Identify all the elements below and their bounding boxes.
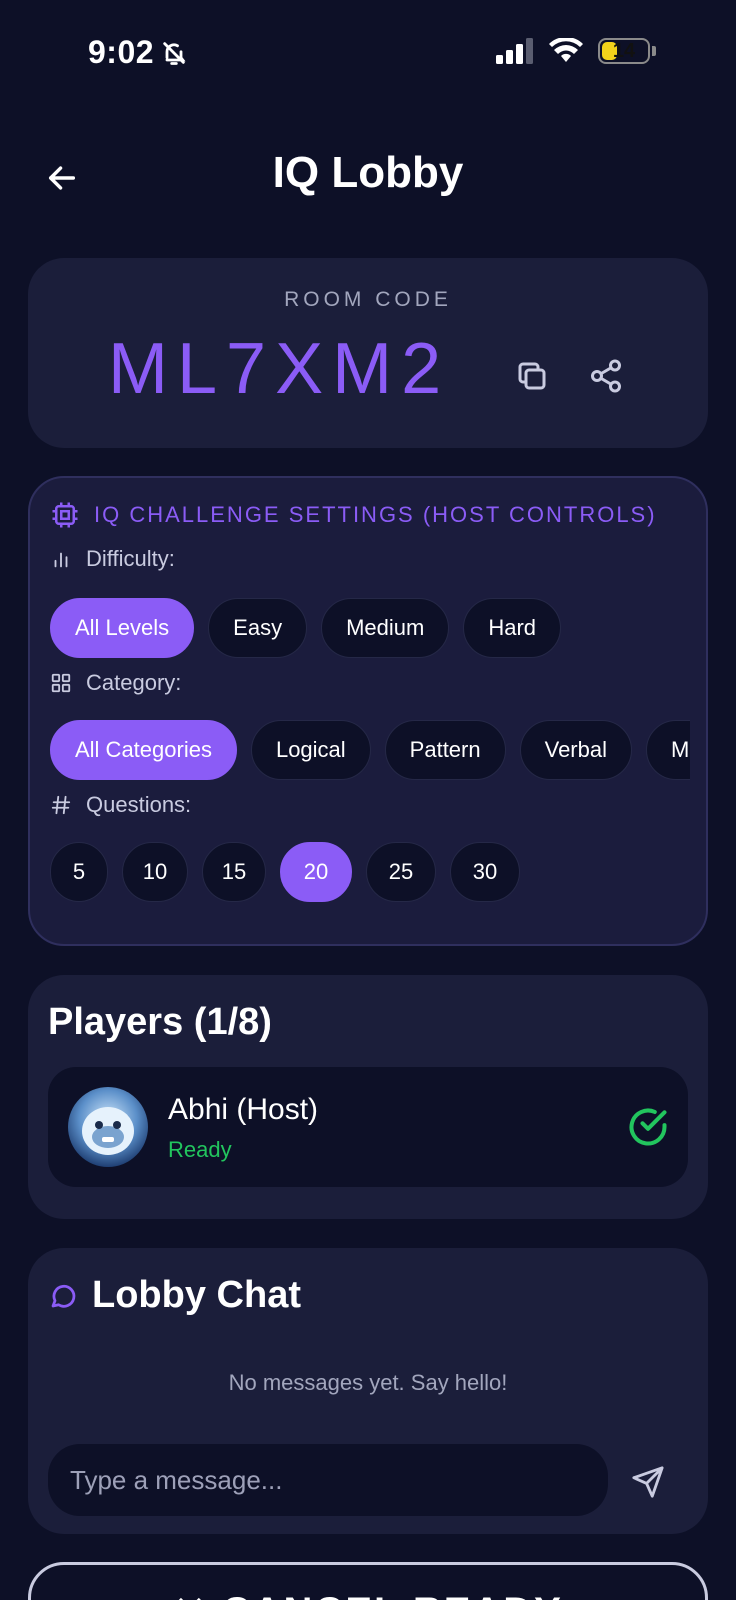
cpu-chip-icon — [52, 502, 78, 528]
questions-chip-25[interactable]: 25 — [366, 842, 436, 902]
check-circle-icon — [629, 1108, 667, 1146]
chat-title: Lobby Chat — [48, 1274, 301, 1317]
share-icon — [591, 359, 621, 393]
difficulty-chip-hard[interactable]: Hard — [463, 598, 562, 658]
wifi-icon — [549, 38, 583, 62]
category-chip-logical[interactable]: Logical — [250, 720, 371, 780]
player-status: Ready — [168, 1137, 232, 1162]
questions-label-text: Questions: — [86, 792, 192, 817]
category-chip-math[interactable]: Ma — [646, 720, 690, 780]
avatar-image — [68, 1087, 148, 1167]
battery-indicator: 14 — [598, 38, 650, 64]
share-code-button[interactable] — [584, 354, 628, 398]
difficulty-chip-easy[interactable]: Easy — [208, 598, 308, 658]
difficulty-chip-medium[interactable]: Medium — [321, 598, 450, 658]
send-icon — [632, 1466, 664, 1498]
settings-title-text: IQ CHALLENGE SETTINGS (HOST CONTROLS) — [94, 502, 657, 527]
players-title: Players (1/8) — [48, 1001, 272, 1043]
status-bar-right: 14 — [496, 38, 656, 64]
player-row[interactable]: Abhi (Host) Ready — [48, 1067, 688, 1187]
lobby-chat-card: Lobby Chat No messages yet. Say hello! — [28, 1248, 708, 1534]
status-bar-time: 9:02 — [88, 34, 188, 71]
category-label: Category: — [50, 670, 181, 696]
copy-icon — [518, 362, 546, 390]
difficulty-chip-all-levels[interactable]: All Levels — [50, 598, 195, 658]
chat-bubble-icon — [51, 1284, 76, 1308]
chat-empty-message: No messages yet. Say hello! — [228, 1370, 508, 1395]
chat-title-text: Lobby Chat — [92, 1274, 301, 1316]
category-chip-all[interactable]: All Categories — [50, 720, 237, 780]
questions-label: Questions: — [50, 792, 191, 818]
avatar — [68, 1087, 148, 1167]
send-message-button[interactable] — [624, 1458, 672, 1506]
page-title: IQ Lobby — [272, 148, 464, 197]
difficulty-label-text: Difficulty: — [86, 546, 175, 571]
difficulty-options: All Levels Easy Medium Hard — [50, 598, 562, 658]
questions-options: 5 10 15 20 25 30 — [50, 842, 520, 902]
category-label-text: Category: — [86, 670, 182, 695]
battery-tip — [652, 46, 656, 56]
category-chip-verbal[interactable]: Verbal — [519, 720, 632, 780]
category-chip-pattern[interactable]: Pattern — [384, 720, 506, 780]
category-scroll[interactable]: All Categories Logical Pattern Verbal Ma — [50, 720, 690, 782]
difficulty-label: Difficulty: — [50, 546, 175, 572]
bar-chart-icon — [54, 552, 68, 568]
questions-chip-15[interactable]: 15 — [202, 842, 266, 902]
grid-icon — [51, 673, 71, 693]
chat-message-input[interactable] — [48, 1444, 608, 1516]
category-options: All Categories Logical Pattern Verbal Ma — [50, 720, 690, 780]
room-code-label: ROOM CODE — [284, 288, 452, 311]
copy-code-button[interactable] — [510, 354, 554, 398]
room-code-card: ROOM CODE ML7XM2 — [28, 258, 708, 448]
cancel-ready-button[interactable]: ✕ CANCEL READY — [28, 1562, 708, 1600]
cellular-signal-icon — [496, 38, 533, 64]
challenge-settings-card: IQ CHALLENGE SETTINGS (HOST CONTROLS) Di… — [28, 476, 708, 946]
questions-chip-20[interactable]: 20 — [280, 842, 352, 902]
battery-text: 14 — [612, 39, 636, 62]
questions-chip-10[interactable]: 10 — [122, 842, 188, 902]
questions-chip-5[interactable]: 5 — [50, 842, 108, 902]
bell-slash-icon — [163, 41, 186, 65]
settings-title: IQ CHALLENGE SETTINGS (HOST CONTROLS) — [50, 500, 657, 530]
player-name: Abhi (Host) — [168, 1093, 319, 1126]
hash-icon — [51, 795, 71, 815]
room-code-value: ML7XM2 — [108, 329, 451, 409]
questions-chip-30[interactable]: 30 — [450, 842, 520, 902]
time-text: 9:02 — [88, 34, 155, 70]
players-card: Players (1/8) Abhi (Host) Ready — [28, 975, 708, 1219]
